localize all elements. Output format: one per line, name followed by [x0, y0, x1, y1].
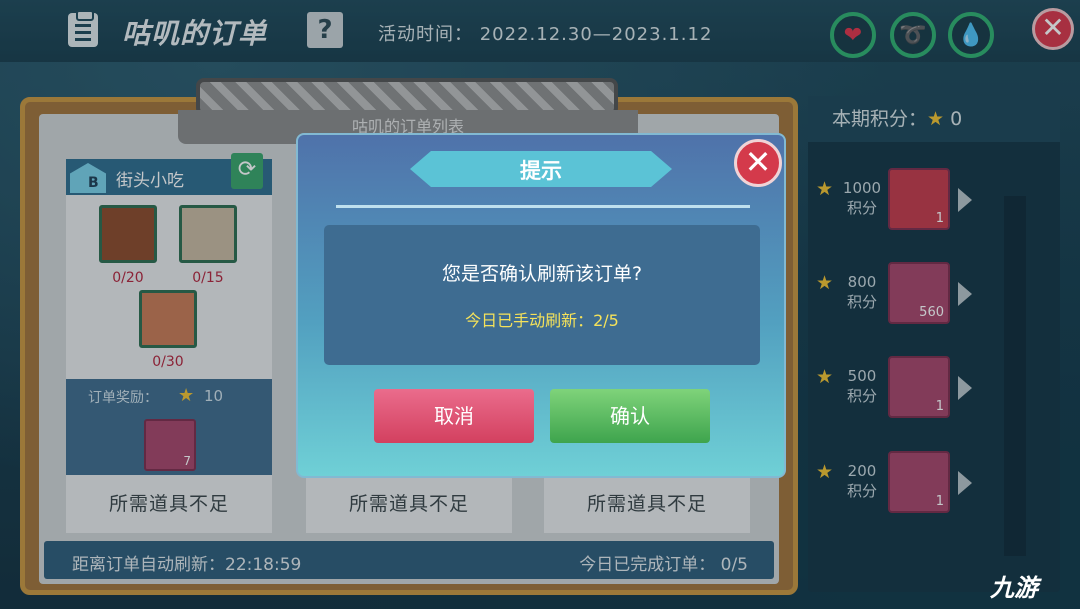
watermark-logo: 九游: [990, 574, 1038, 602]
refresh-count: 今日已手动刷新：2/5: [465, 311, 619, 330]
confirm-button[interactable]: 确认: [550, 389, 710, 443]
dialog-title: 提示: [520, 159, 562, 183]
dialog-message: 您是否确认刷新该订单?: [441, 263, 643, 285]
divider: [336, 205, 750, 208]
message-box: 您是否确认刷新该订单? 今日已手动刷新：2/5: [324, 225, 760, 365]
dialog-close-button[interactable]: ✕: [734, 139, 782, 187]
cancel-button[interactable]: 取消: [374, 389, 534, 443]
confirm-dialog: 提示 ✕ 您是否确认刷新该订单? 今日已手动刷新：2/5 取消 确认: [296, 133, 786, 478]
